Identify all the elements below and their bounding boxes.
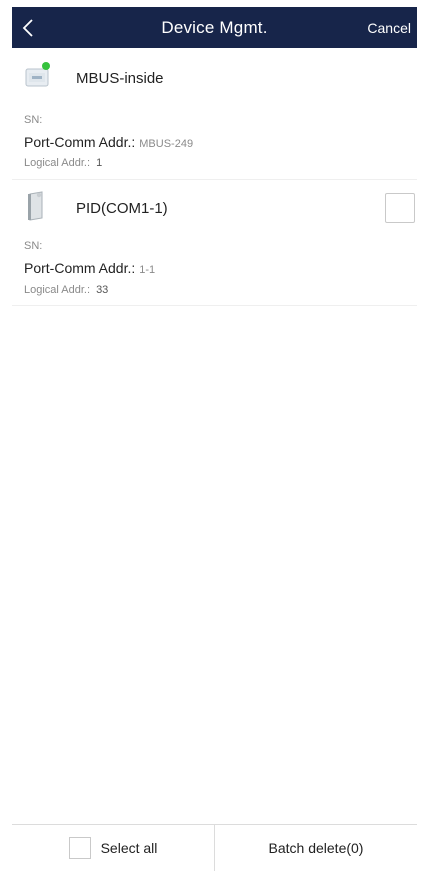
port-comm-label: Port-Comm Addr.: xyxy=(24,260,136,276)
port-comm-row: Port-Comm Addr.: 1-1 xyxy=(24,260,155,276)
port-comm-value: MBUS-249 xyxy=(139,138,194,150)
device-name: MBUS-inside xyxy=(76,70,164,87)
batch-delete-button[interactable]: Batch delete(0) xyxy=(215,825,417,871)
logical-addr-row: Logical Addr.: 1 xyxy=(24,157,102,169)
device-item-mbus-inside[interactable]: MBUS-inside SN: Port-Comm Addr.: MBUS-249… xyxy=(12,48,417,180)
sn-label: SN: xyxy=(24,240,43,252)
chevron-left-icon xyxy=(22,18,33,37)
device-item-pid[interactable]: PID(COM1-1) SN: Port-Comm Addr.: 1-1 Logi… xyxy=(12,180,417,306)
logical-addr-label: Logical Addr.: xyxy=(24,157,91,169)
device-header: PID(COM1-1) xyxy=(12,180,417,238)
logical-addr-label: Logical Addr.: xyxy=(24,284,91,296)
port-comm-row: Port-Comm Addr.: MBUS-249 xyxy=(24,134,193,150)
device-name: PID(COM1-1) xyxy=(76,200,168,217)
device-header: MBUS-inside xyxy=(12,48,417,106)
sn-label: SN: xyxy=(24,114,43,126)
header-bar: Device Mgmt. Cancel xyxy=(12,7,417,48)
back-button[interactable] xyxy=(22,7,52,48)
pid-device-icon xyxy=(28,191,43,221)
page-title: Device Mgmt. xyxy=(161,17,268,37)
logical-addr-value: 33 xyxy=(96,284,109,296)
device-select-checkbox[interactable] xyxy=(385,193,415,223)
logical-addr-value: 1 xyxy=(96,157,103,169)
cancel-button[interactable]: Cancel xyxy=(367,7,411,48)
port-comm-label: Port-Comm Addr.: xyxy=(24,134,136,150)
mbus-device-icon xyxy=(25,62,50,87)
select-all-checkbox[interactable] xyxy=(68,837,91,859)
select-all-button[interactable]: Select all xyxy=(12,825,214,871)
port-comm-value: 1-1 xyxy=(139,264,156,276)
footer-bar: Select all Batch delete(0) xyxy=(12,824,417,871)
select-all-label: Select all xyxy=(100,840,158,856)
logical-addr-row: Logical Addr.: 33 xyxy=(24,284,108,296)
